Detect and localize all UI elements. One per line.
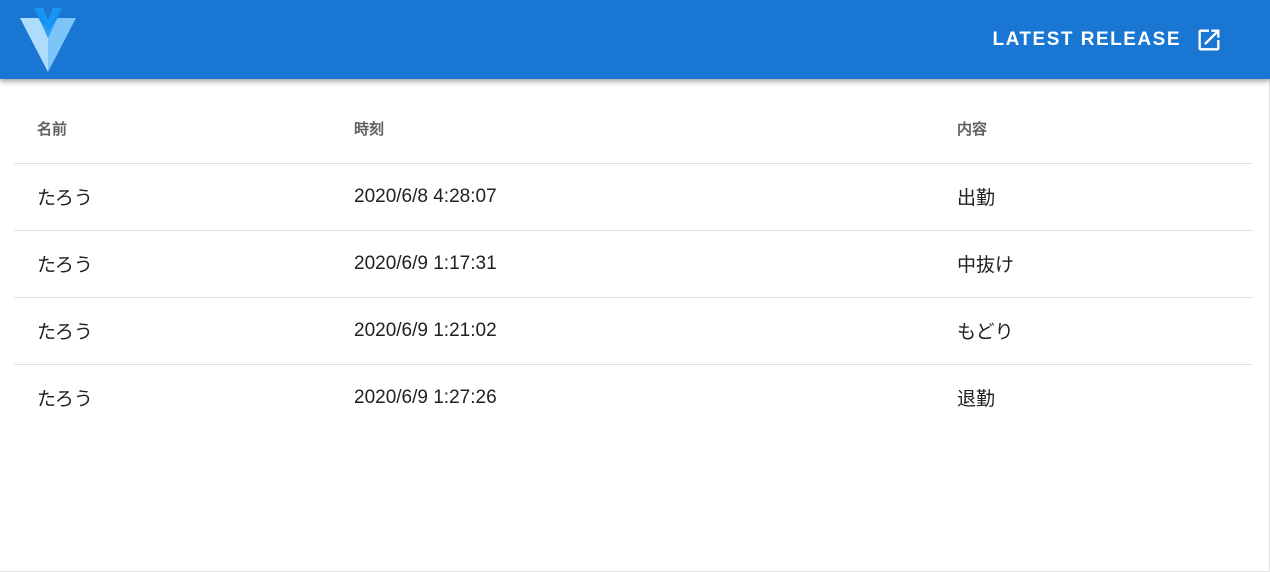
cell-time: 2020/6/8 4:28:07	[331, 163, 934, 231]
cell-name: たろう	[14, 230, 331, 298]
cell-time: 2020/6/9 1:27:26	[354, 386, 497, 408]
column-header-name[interactable]: 名前	[14, 95, 331, 164]
table-row: たろう 2020/6/9 1:21:02 もどり	[14, 297, 1253, 365]
latest-release-label: LATEST RELEASE	[992, 29, 1181, 50]
column-header-content[interactable]: 内容	[934, 95, 1253, 164]
app-bar: LATEST RELEASE	[0, 0, 1270, 79]
cell-content: 中抜け	[934, 230, 1253, 298]
app-window: LATEST RELEASE 名前 時刻 内容 たろう 2020/6/8 4:2…	[0, 0, 1270, 572]
table-row: たろう 2020/6/9 1:17:31 中抜け	[14, 230, 1253, 298]
cell-content: もどり	[934, 297, 1253, 365]
cell-name: たろう	[14, 297, 331, 365]
attendance-table: 名前 時刻 内容 たろう 2020/6/8 4:28:07 出勤 たろう 202…	[14, 95, 1253, 431]
cell-name: たろう	[37, 389, 93, 411]
cell-time: 2020/6/9 1:21:02	[331, 297, 934, 365]
cell-time: 2020/6/9 1:17:31	[331, 230, 934, 298]
vuetify-logo-icon[interactable]	[20, 8, 76, 72]
cell-name: たろう	[14, 163, 331, 231]
table-row: たろう 2020/6/8 4:28:07 出勤	[14, 163, 1253, 231]
open-in-new-icon	[1198, 29, 1220, 51]
latest-release-button[interactable]: LATEST RELEASE	[993, 22, 1224, 58]
table-row: たろう 2020/6/9 1:27:26 退勤	[14, 364, 1253, 431]
column-header-time[interactable]: 時刻	[331, 95, 934, 164]
cell-content: 退勤	[957, 389, 996, 411]
table-header-row: 名前 時刻 内容	[14, 95, 1253, 164]
cell-content: 出勤	[934, 163, 1253, 231]
